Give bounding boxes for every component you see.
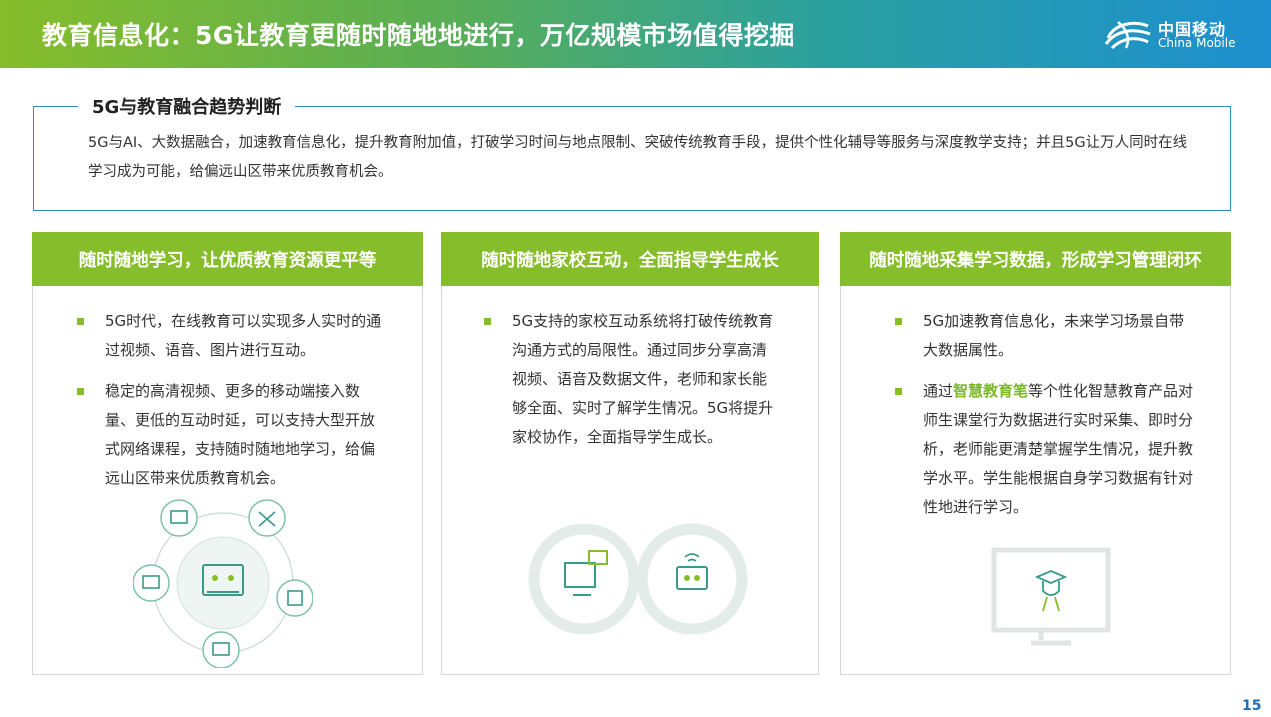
home-school-interaction-icon	[528, 523, 748, 635]
list-item: 5G时代，在线教育可以实现多人实时的通过视频、语音、图片进行互动。	[77, 307, 386, 365]
bullet-square-icon	[895, 318, 902, 325]
list-item: 5G支持的家校互动系统将打破传统教育沟通方式的局限性。通过同步分享高清视频、语音…	[484, 307, 778, 452]
card-data-collection: 随时随地采集学习数据，形成学习管理闭环 5G加速教育信息化，未来学习场景自带大数…	[840, 232, 1231, 675]
card-learning-bullets: 5G时代，在线教育可以实现多人实时的通过视频、语音、图片进行互动。 稳定的高清视…	[77, 307, 386, 505]
online-learning-network-icon	[133, 499, 313, 668]
card-home-school-title: 随时随地家校互动，全面指导学生成长	[441, 232, 819, 286]
card-data-collection-bullets: 5G加速教育信息化，未来学习场景自带大数据属性。 通过智慧教育笔等个性化智慧教育…	[895, 307, 1194, 534]
header-banner: 教育信息化：5G让教育更随时随地地进行，万亿规模市场值得挖掘 中国移动 Chin…	[0, 0, 1271, 68]
card-home-school-bullets: 5G支持的家校互动系统将打破传统教育沟通方式的局限性。通过同步分享高清视频、语音…	[484, 307, 778, 464]
trend-judgement-text: 5G与AI、大数据融合，加速教育信息化，提升教育附加值，打破学习时间与地点限制、…	[88, 135, 1188, 180]
card-learning-title: 随时随地学习，让优质教育资源更平等	[32, 232, 423, 286]
card-learning: 随时随地学习，让优质教育资源更平等 5G时代，在线教育可以实现多人实时的通过视频…	[32, 232, 423, 675]
bullet-square-icon	[77, 318, 84, 325]
china-mobile-logo: 中国移动 China Mobile	[1104, 14, 1254, 54]
china-mobile-logo-icon	[1104, 21, 1151, 50]
list-item: 5G加速教育信息化，未来学习场景自带大数据属性。	[895, 307, 1194, 365]
bullet-square-icon	[484, 318, 491, 325]
bullet-square-icon	[77, 388, 84, 395]
card-home-school: 随时随地家校互动，全面指导学生成长 5G支持的家校互动系统将打破传统教育沟通方式…	[441, 232, 819, 675]
list-item: 通过智慧教育笔等个性化智慧教育产品对师生课堂行为数据进行实时采集、即时分析，老师…	[895, 377, 1194, 522]
bullet-square-icon	[895, 388, 902, 395]
trend-judgement-title: 5G与教育融合趋势判断	[78, 93, 296, 119]
trend-judgement-box: 5G与教育融合趋势判断 5G与AI、大数据融合，加速教育信息化，提升教育附加值，…	[33, 93, 1231, 211]
list-item: 稳定的高清视频、更多的移动端接入数量、更低的互动时延，可以支持大型开放式网络课程…	[77, 377, 386, 493]
page-number: 15	[1242, 698, 1262, 714]
card-data-collection-title: 随时随地采集学习数据，形成学习管理闭环	[840, 232, 1231, 286]
smart-pen-highlight: 智慧教育笔	[953, 382, 1029, 400]
smart-monitor-icon	[991, 547, 1111, 646]
page-title: 教育信息化：5G让教育更随时随地地进行，万亿规模市场值得挖掘	[42, 21, 795, 50]
logo-text-en: China Mobile	[1158, 36, 1236, 50]
